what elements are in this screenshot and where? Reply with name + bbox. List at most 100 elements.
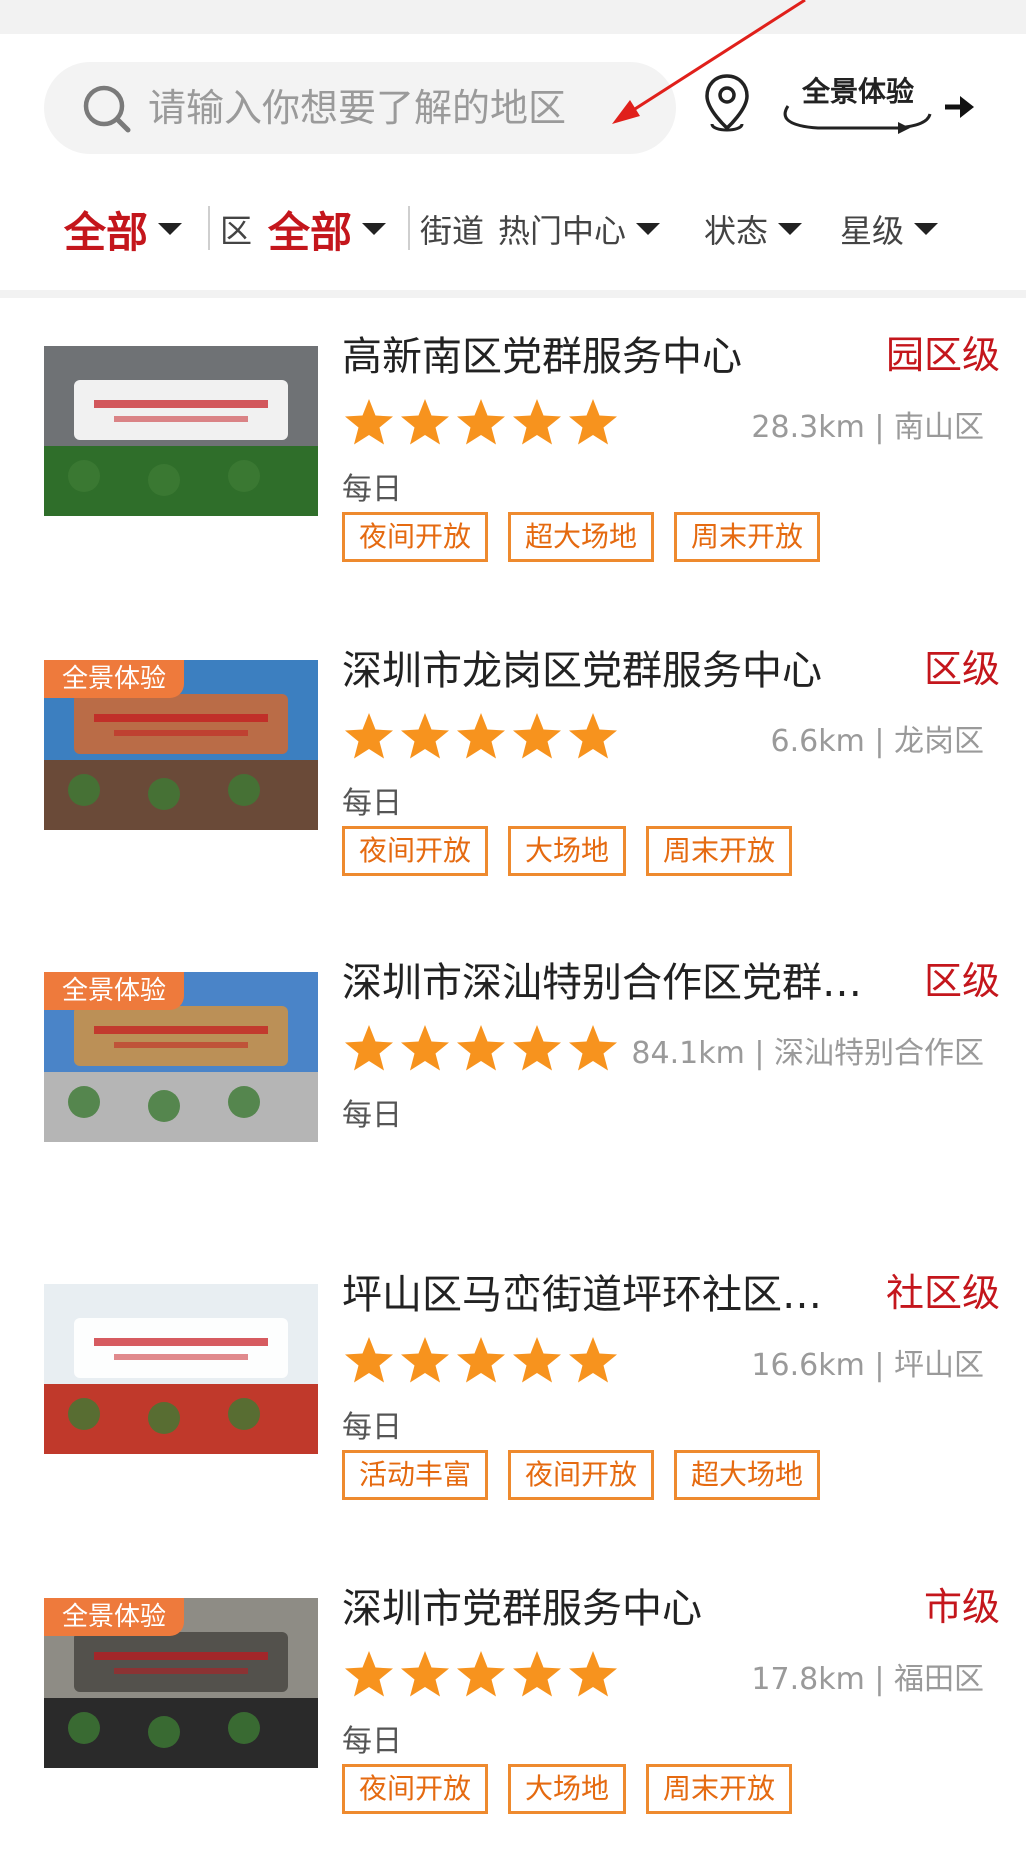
feature-tag: 夜间开放 (508, 1450, 655, 1500)
feature-tag: 大场地 (508, 826, 627, 876)
star-icon (569, 1025, 617, 1071)
filter-status[interactable]: 状态 (704, 184, 803, 274)
status-strip (0, 0, 1026, 34)
panorama-badge: 全景体验 (44, 660, 185, 698)
center-level: 社区级 (885, 1271, 1000, 1315)
center-hours: 每日 (342, 472, 402, 507)
center-distance: 17.8km | 福田区 (751, 1662, 984, 1697)
center-photo[interactable]: 全景体验 (44, 972, 318, 1142)
center-level: 区级 (923, 959, 1000, 1003)
feature-tags: 活动丰富 夜间开放 超大场地 (342, 1450, 821, 1500)
star-rating (342, 1022, 620, 1078)
center-card[interactable]: 高新南区党群服务中心 园区级 28.3km | 南山区 每日 夜间开放 超大场地 周末开放 (0, 298, 1026, 610)
caret-down-icon (914, 223, 939, 235)
feature-tag: 周末开放 (646, 1764, 793, 1814)
caret-down-icon (778, 223, 803, 235)
center-title[interactable]: 坪山区马峦街道坪环社区… (342, 1262, 907, 1320)
center-photo[interactable] (44, 1284, 318, 1454)
center-title[interactable]: 深圳市龙岗区党群服务中心 (342, 638, 907, 696)
feature-tag: 周末开放 (674, 512, 821, 562)
filter-star-label: 星级 (840, 212, 905, 250)
star-icon (345, 713, 393, 759)
star-icon (401, 1337, 449, 1383)
center-photo-image (44, 1284, 318, 1454)
center-card[interactable]: 全景体验 深圳市龙岗区党群服务中心 区级 6.6km | 龙岗区每日夜间开放 大场地 周末… (0, 612, 1026, 924)
center-card[interactable]: 坪山区马峦街道坪环社区… 社区级 16.6km | 坪山区每日活动丰富 夜间开放 超大场… (0, 1236, 1026, 1548)
star-icon (457, 399, 505, 445)
center-distance: 16.6km | 坪山区 (751, 1348, 984, 1383)
arrow-right-icon (945, 96, 974, 118)
center-photo[interactable] (44, 346, 318, 516)
star-rating (342, 1334, 620, 1390)
header: 全景体验 全部 区 全部 街道 热门中心 状态 星级 (0, 0, 1026, 290)
caret-down-icon (158, 223, 183, 235)
filter-street-label: 街道 (420, 212, 485, 250)
caret-down-icon (362, 223, 387, 235)
center-photo[interactable]: 全景体验 (44, 1598, 318, 1768)
star-icon (513, 713, 561, 759)
star-rating (342, 396, 620, 452)
center-distance: 84.1km | 深汕特别合作区 (631, 1036, 984, 1071)
filter-street[interactable]: 街道 热门中心 (420, 184, 661, 274)
star-rating (342, 710, 620, 766)
center-photo[interactable]: 全景体验 (44, 660, 318, 830)
feature-tags: 夜间开放 大场地 周末开放 (342, 826, 793, 876)
star-icon (457, 1337, 505, 1383)
feature-tag: 超大场地 (508, 512, 655, 562)
feature-tags: 夜间开放 超大场地 周末开放 (342, 512, 821, 562)
location-pin-icon[interactable] (700, 72, 754, 136)
center-title[interactable]: 深圳市党群服务中心 (342, 1576, 907, 1634)
feature-tag: 夜间开放 (342, 1764, 489, 1814)
divider (408, 206, 410, 250)
filter-bar: 全部 区 全部 街道 热门中心 状态 星级 (0, 184, 1026, 274)
star-icon (401, 1025, 449, 1071)
search-icon (83, 85, 131, 133)
star-icon (569, 399, 617, 445)
filter-district-value: 全部 (268, 207, 353, 257)
filter-city[interactable]: 全部 (64, 184, 183, 274)
panorama-badge: 全景体验 (44, 972, 185, 1010)
center-card[interactable]: 全景体验 深圳市党群服务中心 市级 17.8km | 福田区 每日 夜间开放 大场地 周末开放 (0, 1550, 1026, 1862)
star-icon (457, 1651, 505, 1697)
center-title[interactable]: 高新南区党群服务中心 (342, 324, 907, 382)
feature-tag: 活动丰富 (342, 1450, 489, 1500)
feature-tag: 夜间开放 (342, 512, 489, 562)
feature-tag: 超大场地 (674, 1450, 821, 1500)
center-hours: 每日 (342, 1098, 402, 1133)
star-icon (513, 1337, 561, 1383)
center-photo-image (44, 346, 318, 516)
star-icon (401, 399, 449, 445)
star-icon (569, 713, 617, 759)
filter-district[interactable]: 区 全部 (220, 184, 387, 274)
center-title[interactable]: 深圳市深汕特别合作区党群… (342, 950, 907, 1008)
center-card[interactable]: 全景体验 深圳市深汕特别合作区党群… 区级 84.1km | 深汕特别合作区每日 (0, 924, 1026, 1236)
feature-tags: 夜间开放 大场地 周末开放 (342, 1764, 793, 1814)
search-input[interactable] (148, 62, 648, 154)
center-level: 园区级 (885, 333, 1000, 377)
star-icon (345, 1651, 393, 1697)
panorama-badge: 全景体验 (44, 1598, 185, 1636)
feature-tag: 周末开放 (646, 826, 793, 876)
caret-down-icon (636, 223, 661, 235)
feature-tag: 夜间开放 (342, 826, 489, 876)
panorama-label: 全景体验 (802, 75, 915, 108)
panorama-experience-button[interactable]: 全景体验 (778, 70, 978, 140)
star-icon (569, 1337, 617, 1383)
center-hours: 每日 (342, 1410, 402, 1445)
center-distance: 6.6km | 龙岗区 (770, 724, 985, 759)
center-level: 区级 (923, 647, 1000, 691)
center-hours: 每日 (342, 786, 402, 821)
feature-tag: 大场地 (508, 1764, 627, 1814)
filter-district-label: 区 (220, 212, 253, 250)
star-icon (457, 1025, 505, 1071)
search-bar[interactable] (44, 62, 676, 154)
star-icon (401, 713, 449, 759)
filter-street-value: 热门中心 (498, 212, 627, 250)
filter-city-value: 全部 (64, 207, 149, 257)
filter-status-label: 状态 (704, 212, 769, 250)
star-rating (342, 1648, 620, 1704)
star-icon (345, 1025, 393, 1071)
divider (208, 206, 210, 250)
filter-star-level[interactable]: 星级 (840, 184, 939, 274)
star-icon (513, 1025, 561, 1071)
